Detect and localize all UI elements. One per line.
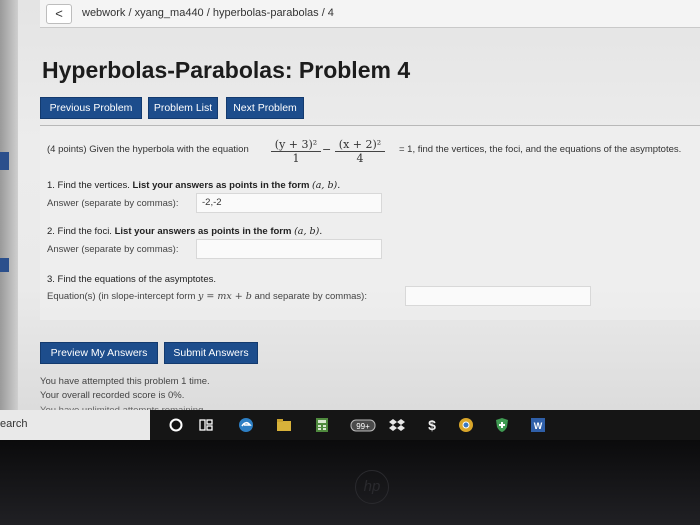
file-explorer-icon[interactable]: [276, 417, 292, 433]
problem-intro-tail: = 1, find the vertices, the foci, and th…: [399, 144, 682, 155]
edge-icon[interactable]: [238, 417, 254, 433]
hp-logo-text: hp: [363, 478, 381, 495]
badge-99-text: 99+: [356, 422, 370, 431]
search-label: earch: [0, 418, 28, 430]
fraction-denominator: 4: [356, 152, 364, 165]
equation-fraction-x: (x + 2)² 4: [335, 138, 385, 165]
answer-label-text: and separate by commas):: [254, 291, 367, 302]
question-text: 2. Find the foci.: [47, 226, 112, 237]
shield-icon[interactable]: [494, 417, 510, 433]
question-1: 1. Find the vertices. List your answers …: [47, 180, 340, 191]
answer-label: Equation(s) (in slope-intercept form y =…: [47, 291, 367, 302]
previous-problem-button[interactable]: Previous Problem: [40, 97, 142, 119]
fraction-numerator: (y + 3)²: [271, 138, 321, 152]
breadcrumb-path[interactable]: webwork / xyang_ma440 / hyperbolas-parab…: [82, 7, 334, 19]
fraction-numerator: (x + 2)²: [335, 138, 385, 152]
submit-answers-button[interactable]: Submit Answers: [164, 342, 258, 364]
side-panel-tab[interactable]: [0, 152, 9, 170]
question-instruction: List your answers as points in the form: [132, 180, 310, 191]
problem-list-button[interactable]: Problem List: [148, 97, 218, 119]
cortana-circle-icon[interactable]: [168, 417, 184, 433]
back-button[interactable]: <: [46, 4, 72, 24]
equation-fraction-y: (y + 3)² 1: [271, 138, 321, 165]
side-panel-tab[interactable]: [0, 258, 9, 272]
browser-screen: < webwork / xyang_ma440 / hyperbolas-par…: [0, 0, 700, 410]
badge-99-icon[interactable]: 99+: [350, 417, 376, 433]
answer-label-text: Equation(s) (in slope-intercept form: [47, 291, 196, 302]
chrome-icon[interactable]: [458, 417, 474, 433]
calculator-icon[interactable]: [314, 417, 330, 433]
word-icon[interactable]: W: [530, 417, 546, 433]
asymptotes-answer-input[interactable]: [405, 286, 591, 306]
attempts-status: You have attempted this problem 1 time.: [40, 376, 210, 387]
foci-answer-input[interactable]: [196, 239, 382, 259]
dropbox-icon[interactable]: [389, 417, 405, 433]
question-3: 3. Find the equations of the asymptotes.: [47, 274, 216, 285]
score-status: Your overall recorded score is 0%.: [40, 390, 185, 401]
question-text: 1. Find the vertices.: [47, 180, 130, 191]
task-view-icon[interactable]: [198, 417, 214, 433]
problem-intro-text: (4 points) Given the hyperbola with the …: [47, 144, 249, 155]
breadcrumb: < webwork / xyang_ma440 / hyperbolas-par…: [40, 0, 700, 28]
point-form: (a, b).: [294, 226, 323, 237]
svg-text:W: W: [534, 421, 543, 431]
window-edge: [0, 0, 18, 410]
point-form: (a, b).: [312, 180, 341, 191]
money-icon[interactable]: $: [424, 417, 440, 433]
vertices-answer-input[interactable]: -2,-2: [196, 193, 382, 213]
question-2: 2. Find the foci. List your answers as p…: [47, 226, 322, 237]
preview-answers-button[interactable]: Preview My Answers: [40, 342, 158, 364]
answer-label: Answer (separate by commas):: [47, 198, 179, 209]
slope-intercept-form: y = mx + b: [198, 291, 252, 302]
problem-statement: (4 points) Given the hyperbola with the …: [47, 138, 697, 168]
windows-taskbar: earch 99+ $ W: [0, 410, 700, 440]
fraction-denominator: 1: [292, 152, 300, 165]
next-problem-button[interactable]: Next Problem: [226, 97, 304, 119]
answer-label: Answer (separate by commas):: [47, 244, 179, 255]
question-instruction: List your answers as points in the form: [114, 226, 292, 237]
hp-logo: hp: [355, 470, 389, 504]
svg-text:$: $: [428, 417, 436, 433]
monitor-bezel: [0, 440, 700, 525]
taskbar-search[interactable]: earch: [0, 410, 150, 440]
page-title: Hyperbolas-Parabolas: Problem 4: [42, 57, 411, 83]
minus-sign: −: [322, 143, 332, 156]
